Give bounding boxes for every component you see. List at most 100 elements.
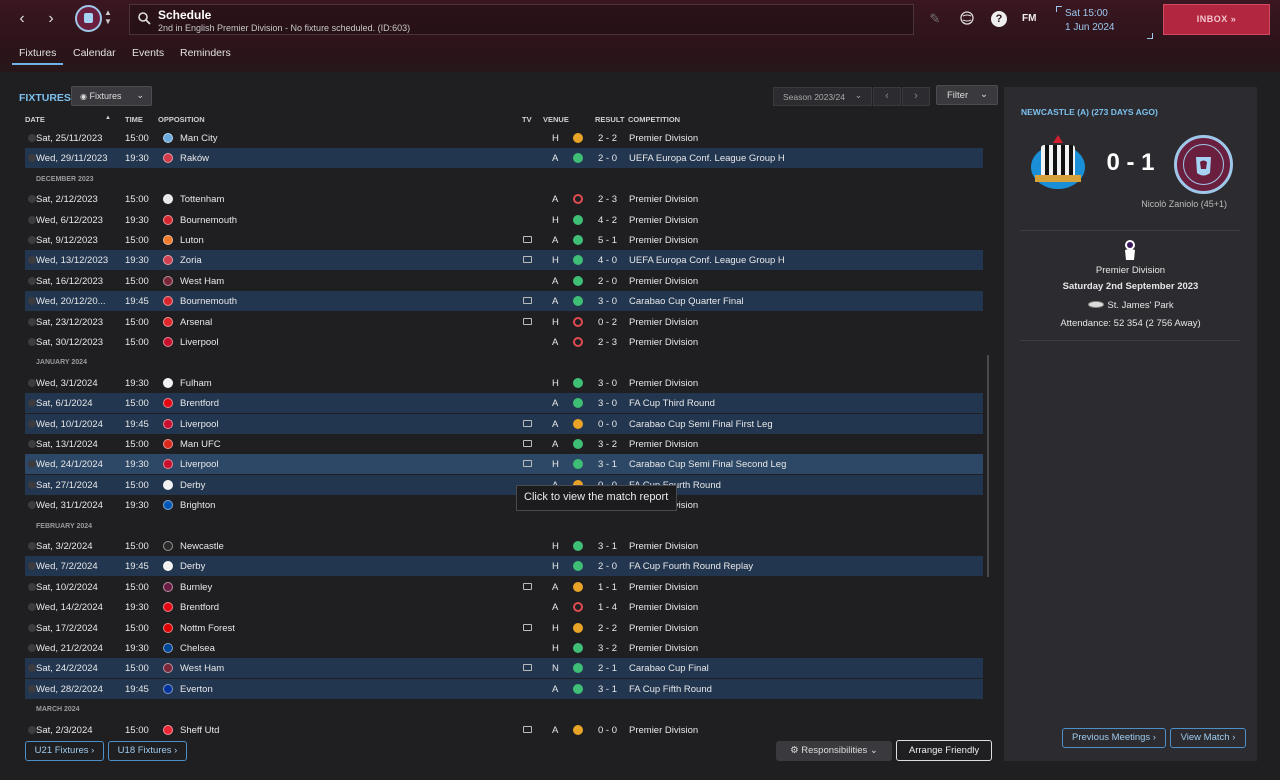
game-date[interactable]: Sat 15:00 1 Jun 2024 — [1056, 6, 1156, 39]
row-select-icon[interactable] — [28, 419, 36, 428]
fixture-row[interactable]: Wed, 31/1/202419:30BrightonA2 - 0Premier… — [25, 495, 983, 515]
row-select-icon[interactable] — [28, 378, 36, 387]
opposition-link[interactable]: Raków — [180, 153, 209, 164]
col-date[interactable]: DATE — [25, 115, 45, 124]
forward-button[interactable]: › — [40, 8, 62, 30]
fm-logo[interactable]: FM — [1022, 13, 1036, 24]
opposition-link[interactable]: Derby — [180, 561, 205, 572]
opposition-link[interactable]: Chelsea — [180, 643, 215, 654]
row-select-icon[interactable] — [28, 276, 36, 285]
row-select-icon[interactable] — [28, 440, 36, 448]
row-select-icon[interactable] — [28, 603, 36, 612]
fixture-score[interactable]: 3 - 0 — [598, 296, 617, 307]
opposition-link[interactable]: Liverpool — [180, 459, 219, 470]
opposition-link[interactable]: West Ham — [180, 276, 224, 287]
opposition-link[interactable]: Brentford — [180, 398, 219, 409]
fixture-score[interactable]: 3 - 1 — [598, 459, 617, 470]
table-scrollbar[interactable] — [987, 355, 989, 577]
col-opposition[interactable]: OPPOSITION — [158, 115, 205, 124]
fixture-score[interactable]: 2 - 3 — [598, 194, 617, 205]
fixture-score[interactable]: 2 - 2 — [598, 623, 617, 634]
fixture-score[interactable]: 2 - 0 — [598, 153, 617, 164]
next-season-button[interactable]: › — [902, 87, 930, 106]
opposition-link[interactable]: Man City — [180, 133, 217, 144]
row-select-icon[interactable] — [28, 195, 36, 204]
row-select-icon[interactable] — [28, 623, 36, 632]
fixture-row[interactable]: Sat, 17/2/2024 15:00 Nottm Forest H 2 - 2 Pre… — [25, 618, 983, 638]
fixture-row[interactable]: Sat, 25/11/2023 15:00 Man City H 2 - 2 Premie… — [25, 128, 983, 148]
u21-fixtures-button[interactable]: U21 Fixtures › — [25, 741, 104, 761]
fixture-row[interactable]: Wed, 21/2/2024 19:30 Chelsea H 3 - 2 Premier … — [25, 638, 983, 658]
fixture-row[interactable]: Wed, 14/2/2024 19:30 Brentford A 1 - 4 Premie… — [25, 597, 983, 617]
opposition-link[interactable]: Newcastle — [180, 541, 224, 552]
opposition-link[interactable]: Nottm Forest — [180, 623, 235, 634]
opposition-link[interactable]: Luton — [180, 235, 204, 246]
row-select-icon[interactable] — [28, 236, 36, 244]
opposition-link[interactable]: West Ham — [180, 663, 224, 674]
opposition-link[interactable]: Zoria — [180, 255, 202, 266]
u18-fixtures-button[interactable]: U18 Fixtures › — [108, 741, 187, 761]
fixture-row[interactable]: Wed, 24/1/2024 19:30 Liverpool H 3 - 1 Caraba… — [25, 454, 983, 475]
inbox-button[interactable]: INBOX » — [1163, 4, 1270, 35]
row-select-icon[interactable] — [28, 338, 36, 346]
season-dropdown[interactable]: Season 2023/24 ⌄ — [773, 87, 872, 106]
fixture-row[interactable]: Sat, 2/12/2023 15:00 Tottenham A 2 - 3 Premie… — [25, 189, 983, 209]
fixture-row[interactable]: Wed, 29/11/2023 19:30 Raków A 2 - 0 UEFA Euro… — [25, 148, 983, 169]
fixture-row[interactable]: Wed, 20/12/20... 19:45 Bournemouth A 3 - 0 Ca… — [25, 291, 983, 312]
row-select-icon[interactable] — [28, 644, 36, 652]
row-select-icon[interactable] — [28, 460, 36, 469]
fixture-score[interactable]: 3 - 2 — [598, 439, 617, 450]
fixture-row[interactable]: Wed, 6/12/2023 19:30 Bournemouth H 4 - 2 Prem… — [25, 210, 983, 230]
fixture-row[interactable]: Sat, 3/2/2024 15:00 Newcastle H 3 - 1 Premier… — [25, 536, 983, 556]
fixture-row[interactable]: Sat, 10/2/2024 15:00 Burnley A 1 - 1 Premier … — [25, 577, 983, 597]
globe-icon[interactable] — [959, 11, 975, 27]
fixture-score[interactable]: 0 - 0 — [598, 725, 617, 736]
opposition-link[interactable]: Liverpool — [180, 419, 219, 430]
previous-meetings-button[interactable]: Previous Meetings › — [1062, 728, 1166, 748]
opposition-link[interactable]: Bournemouth — [180, 296, 237, 307]
fixture-row[interactable]: Sat, 23/12/2023 15:00 Arsenal H 0 - 2 Premier… — [25, 312, 983, 332]
prev-season-button[interactable]: ‹ — [873, 87, 901, 106]
view-match-button[interactable]: View Match › — [1170, 728, 1246, 748]
fixture-row[interactable]: Sat, 6/1/2024 15:00 Brentford A 3 - 0 FA Cup … — [25, 393, 983, 414]
tab-events[interactable]: Events — [125, 45, 171, 65]
sort-asc-icon[interactable]: ▲ — [105, 115, 111, 121]
row-select-icon[interactable] — [28, 317, 36, 326]
fixture-row[interactable]: Wed, 7/2/2024 19:45 Derby H 2 - 0 FA Cup Four… — [25, 556, 983, 577]
fixture-score[interactable]: 2 - 3 — [598, 337, 617, 348]
row-select-icon[interactable] — [28, 725, 36, 734]
fixture-row[interactable]: Sat, 13/1/2024 15:00 Man UFC A 3 - 2 Premier … — [25, 434, 983, 454]
aston-villa-crest-icon[interactable] — [1174, 135, 1233, 194]
opposition-link[interactable]: Tottenham — [180, 194, 224, 205]
fixture-row[interactable]: Wed, 10/1/2024 19:45 Liverpool A 0 - 0 Caraba… — [25, 413, 983, 434]
opposition-link[interactable]: Everton — [180, 684, 213, 695]
fixture-score[interactable]: 0 - 2 — [598, 317, 617, 328]
fixture-score[interactable]: 2 - 0 — [598, 561, 617, 572]
row-select-icon[interactable] — [28, 542, 36, 550]
help-icon[interactable]: ? — [991, 11, 1007, 27]
row-select-icon[interactable] — [28, 664, 36, 673]
col-venue[interactable]: VENUE — [543, 115, 569, 124]
pencil-icon[interactable]: ✎ — [927, 11, 943, 27]
club-switch-icon[interactable]: ▲ ▼ — [104, 8, 112, 26]
fixture-score[interactable]: 1 - 1 — [598, 582, 617, 593]
fixture-score[interactable]: 4 - 0 — [598, 255, 617, 266]
fixture-score[interactable]: 1 - 4 — [598, 602, 617, 613]
fixture-row[interactable]: Sat, 16/12/2023 15:00 West Ham A 2 - 0 Premie… — [25, 271, 983, 291]
row-select-icon[interactable] — [28, 399, 36, 408]
row-select-icon[interactable] — [28, 297, 36, 306]
fixture-score[interactable]: 3 - 2 — [598, 643, 617, 654]
opposition-link[interactable]: Fulham — [180, 378, 212, 389]
fixture-score[interactable]: 3 - 0 — [598, 378, 617, 389]
fixture-row[interactable]: Sat, 24/2/2024 15:00 West Ham N 2 - 1 Carabao… — [25, 658, 983, 679]
row-select-icon[interactable] — [28, 480, 36, 489]
opposition-link[interactable]: Brighton — [180, 500, 215, 511]
col-time[interactable]: TIME — [125, 115, 143, 124]
fixture-row[interactable]: Wed, 13/12/2023 19:30 Zoria H 4 - 0 UEFA Euro… — [25, 250, 983, 271]
fixture-score[interactable]: 2 - 2 — [598, 133, 617, 144]
fixture-score[interactable]: 4 - 2 — [598, 215, 617, 226]
opposition-link[interactable]: Burnley — [180, 582, 212, 593]
arrange-friendly-button[interactable]: Arrange Friendly — [896, 740, 992, 761]
row-select-icon[interactable] — [28, 501, 36, 510]
tab-fixtures[interactable]: Fixtures — [12, 45, 64, 65]
